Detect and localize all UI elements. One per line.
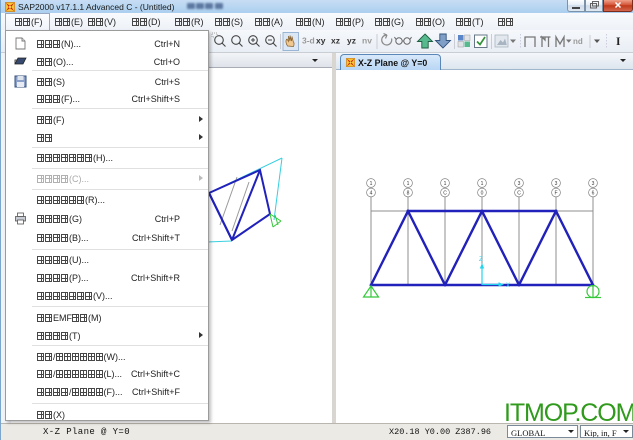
svg-text:F: F xyxy=(554,191,557,197)
svg-text:Z: Z xyxy=(479,257,483,263)
svg-text:0: 0 xyxy=(481,191,484,197)
svg-text:1: 1 xyxy=(370,181,373,187)
svg-text:nv: nv xyxy=(362,36,372,46)
svg-text:yz: yz xyxy=(347,36,356,46)
svg-text:xz: xz xyxy=(331,36,340,46)
svg-text:X: X xyxy=(506,283,510,289)
svg-text:1: 1 xyxy=(481,181,484,187)
svg-text:8: 8 xyxy=(407,191,410,197)
svg-text:C: C xyxy=(443,191,447,197)
svg-text:I: I xyxy=(616,36,621,48)
svg-text:C: C xyxy=(517,191,521,197)
svg-text:nd: nd xyxy=(573,37,583,46)
svg-text:3: 3 xyxy=(592,181,595,187)
svg-text:3: 3 xyxy=(555,181,558,187)
svg-text:3: 3 xyxy=(518,181,521,187)
svg-text:6: 6 xyxy=(592,191,595,197)
svg-text:4: 4 xyxy=(370,191,373,197)
svg-text:3-d: 3-d xyxy=(302,36,315,46)
svg-text:xy: xy xyxy=(316,36,326,46)
svg-text:1: 1 xyxy=(407,181,410,187)
svg-text:1: 1 xyxy=(444,181,447,187)
